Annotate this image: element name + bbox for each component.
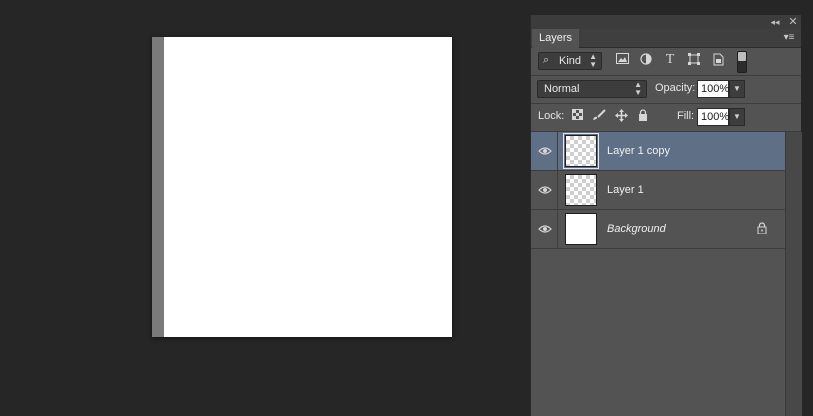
- smart-object-filter-icon[interactable]: [711, 53, 725, 67]
- fill-label: Fill:: [677, 110, 695, 122]
- panel-tab-bar: Layers ▾≡: [531, 29, 801, 48]
- row-separator: [557, 132, 558, 170]
- panel-menu-icon[interactable]: ▾≡: [781, 31, 797, 45]
- lock-image-pixels-brush-icon[interactable]: [592, 109, 606, 123]
- layer-row[interactable]: Background: [531, 210, 785, 249]
- updown-arrows-icon: ▲ ▼: [589, 52, 597, 69]
- layers-list: Layer 1 copy Layer 1 Background: [531, 132, 785, 416]
- tab-layers[interactable]: Layers: [532, 29, 580, 48]
- row-separator: [557, 171, 558, 209]
- lock-position-move-icon[interactable]: [614, 109, 628, 123]
- row-separator: [557, 210, 558, 248]
- filter-kind-label: Kind: [559, 55, 582, 67]
- document-canvas[interactable]: [164, 37, 452, 337]
- blend-mode-select[interactable]: Normal ▲ ▼: [537, 80, 647, 98]
- eye-visibility-icon[interactable]: [538, 183, 552, 197]
- layer-name[interactable]: Layer 1 copy: [607, 145, 670, 157]
- layer-thumbnail[interactable]: [565, 213, 597, 245]
- type-filter-icon[interactable]: T: [663, 53, 677, 67]
- layer-row[interactable]: Layer 1: [531, 171, 785, 210]
- fill-input[interactable]: 100%: [697, 108, 729, 126]
- adjustment-filter-icon[interactable]: [639, 53, 653, 67]
- blend-opacity-row: Normal ▲ ▼ Opacity: 100% ▼: [531, 76, 801, 104]
- layers-scrollbar[interactable]: [785, 132, 802, 416]
- layer-name[interactable]: Background: [607, 223, 666, 235]
- shape-filter-icon[interactable]: [687, 53, 701, 67]
- eye-visibility-icon[interactable]: [538, 144, 552, 158]
- panel-title-bar: ◂◂ ✕: [531, 15, 801, 29]
- updown-arrows-icon: ▲ ▼: [634, 80, 642, 97]
- lock-transparent-pixels-icon[interactable]: [570, 109, 584, 123]
- layer-lock-icon[interactable]: [757, 222, 769, 236]
- opacity-label: Opacity:: [655, 82, 696, 94]
- filter-kind-select[interactable]: ⌕ Kind ▲ ▼: [538, 52, 602, 70]
- image-filter-icon[interactable]: [615, 53, 629, 67]
- blend-mode-label: Normal: [544, 83, 580, 95]
- layers-panel: ◂◂ ✕ Layers ▾≡ ⌕ Kind ▲ ▼ T Normal ▲ ▼ O…: [530, 15, 802, 416]
- search-icon: ⌕: [543, 54, 550, 66]
- document-workspace: [0, 0, 530, 416]
- layer-filter-row: ⌕ Kind ▲ ▼ T: [531, 48, 801, 76]
- fill-dropdown-button[interactable]: ▼: [729, 108, 745, 126]
- lock-label: Lock:: [538, 110, 565, 122]
- lock-fill-row: Lock: Fill: 100% ▼: [531, 104, 801, 132]
- lock-all-padlock-icon[interactable]: [636, 109, 650, 123]
- layer-thumbnail[interactable]: [563, 133, 599, 169]
- eye-visibility-icon[interactable]: [538, 222, 552, 236]
- opacity-input[interactable]: 100%: [697, 80, 729, 98]
- layer-thumbnail[interactable]: [565, 174, 597, 206]
- toggle-knob: [738, 52, 746, 61]
- opacity-dropdown-button[interactable]: ▼: [729, 80, 745, 98]
- canvas-left-strip: [152, 37, 164, 337]
- layer-name[interactable]: Layer 1: [607, 184, 644, 196]
- filter-toggle-switch[interactable]: [737, 51, 747, 73]
- close-panel-icon[interactable]: ✕: [786, 15, 800, 29]
- collapse-panel-icon[interactable]: ◂◂: [768, 15, 782, 29]
- layer-row[interactable]: Layer 1 copy: [531, 132, 785, 171]
